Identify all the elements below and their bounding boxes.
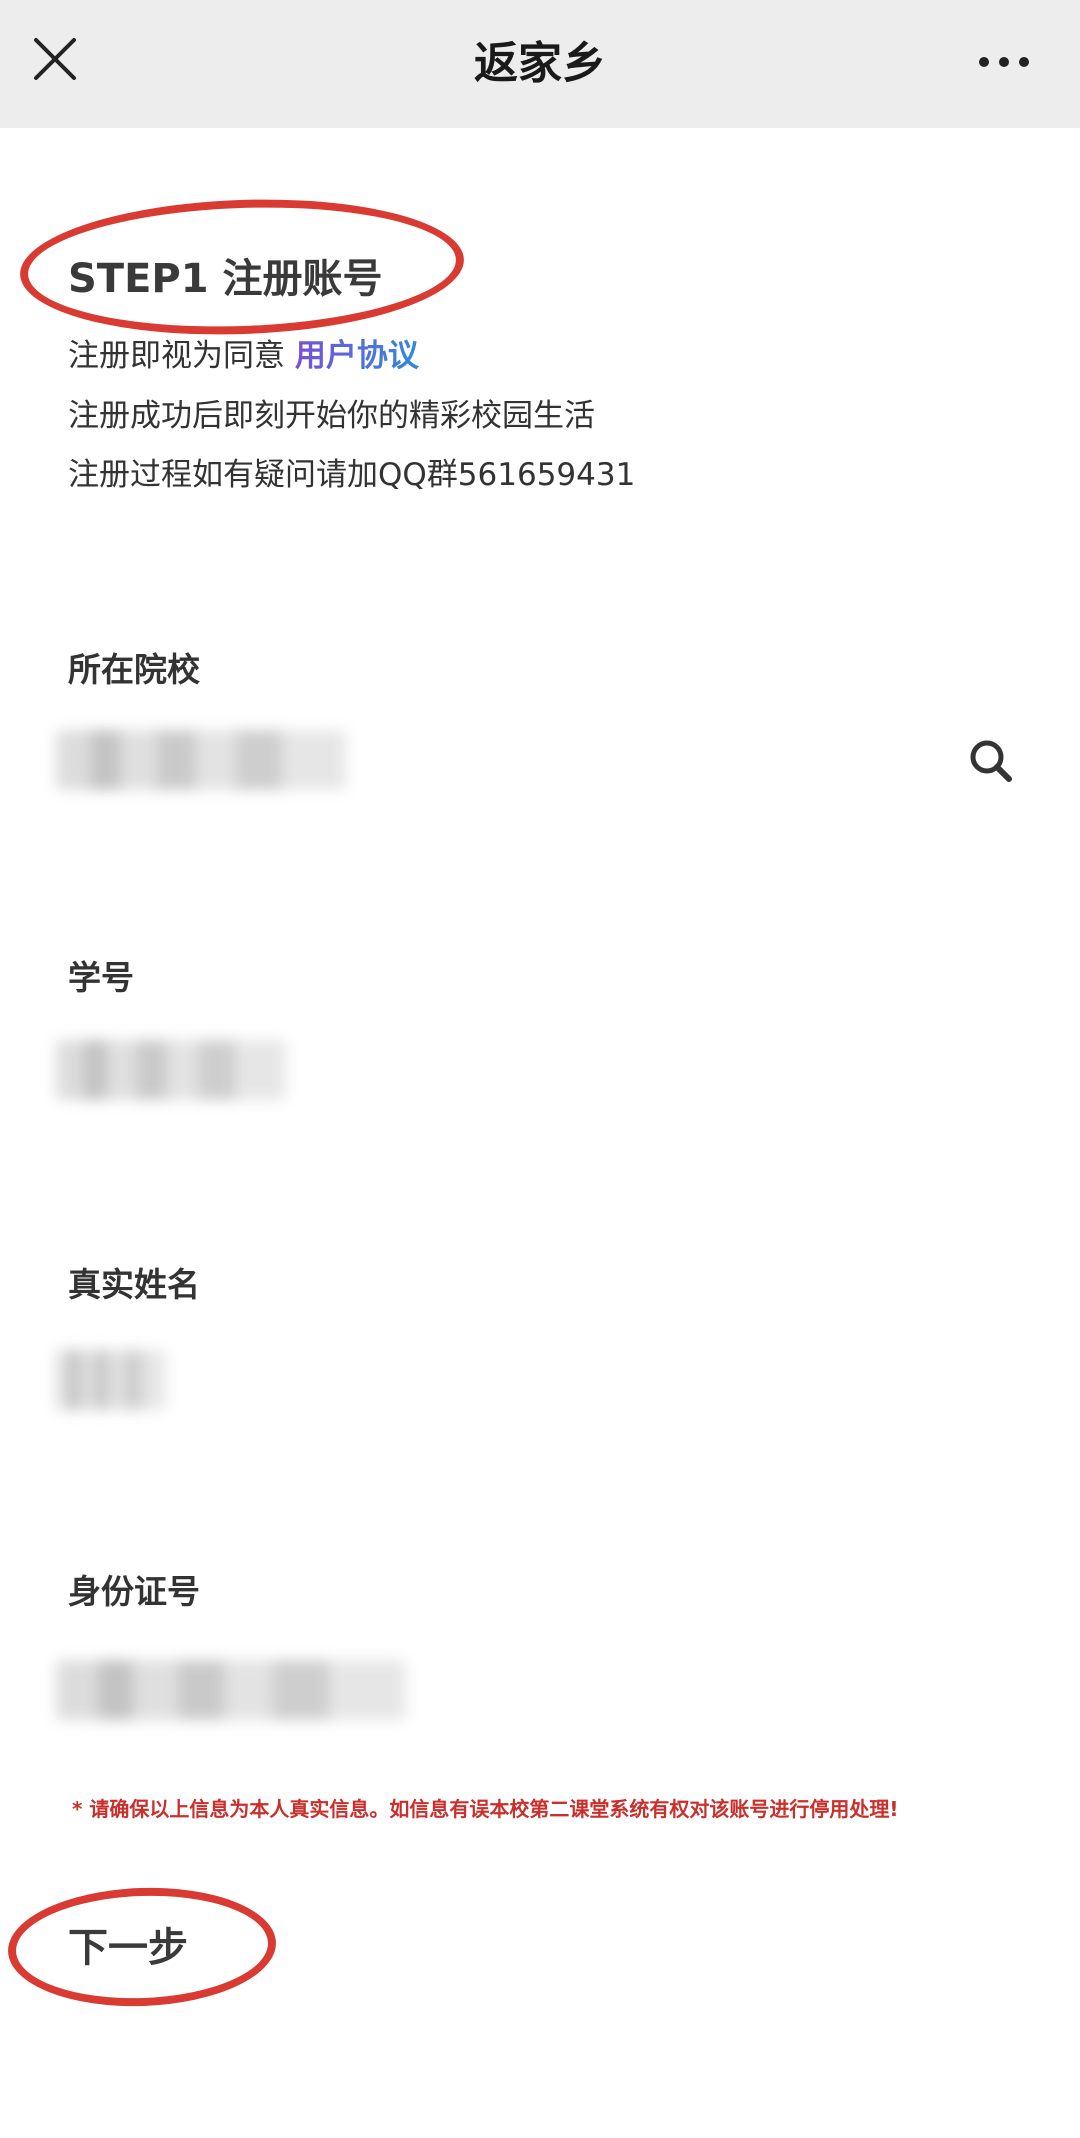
warning-text: * 请确保以上信息为本人真实信息。如信息有误本校第二课堂系统有权对该账号进行停用… xyxy=(72,1797,899,1821)
agreement-prefix: 注册即视为同意 xyxy=(68,338,295,374)
real-name-label: 真实姓名 xyxy=(68,1265,200,1304)
school-input[interactable] xyxy=(56,730,346,790)
blurred-value xyxy=(56,1350,166,1410)
real-name-input[interactable] xyxy=(56,1350,166,1410)
user-agreement-link[interactable]: 用户协议 xyxy=(295,338,419,374)
id-card-input[interactable] xyxy=(56,1660,406,1720)
page: 返家乡 STEP1 注册账号 注册即视为同意 用户协议 注册成功后即刻开始你的精… xyxy=(0,0,1080,2138)
top-bar: 返家乡 xyxy=(0,0,1080,128)
intro-line-3: 注册过程如有疑问请加QQ群561659431 xyxy=(68,457,636,493)
student-id-label: 学号 xyxy=(68,958,134,997)
agreement-line: 注册即视为同意 用户协议 xyxy=(68,330,419,375)
blurred-value xyxy=(56,1040,286,1100)
search-icon[interactable] xyxy=(968,738,1014,784)
blurred-value xyxy=(56,730,346,790)
blurred-value xyxy=(56,1660,406,1720)
step-title: STEP1 注册账号 xyxy=(68,256,383,302)
student-id-input[interactable] xyxy=(56,1040,286,1100)
id-card-label: 身份证号 xyxy=(68,1572,200,1611)
intro-line-2: 注册成功后即刻开始你的精彩校园生活 xyxy=(68,398,595,434)
page-title: 返家乡 xyxy=(474,38,606,89)
more-icon[interactable] xyxy=(976,44,1032,80)
close-icon[interactable] xyxy=(30,34,80,84)
next-button[interactable]: 下一步 xyxy=(68,1915,188,1973)
school-label: 所在院校 xyxy=(68,650,200,689)
